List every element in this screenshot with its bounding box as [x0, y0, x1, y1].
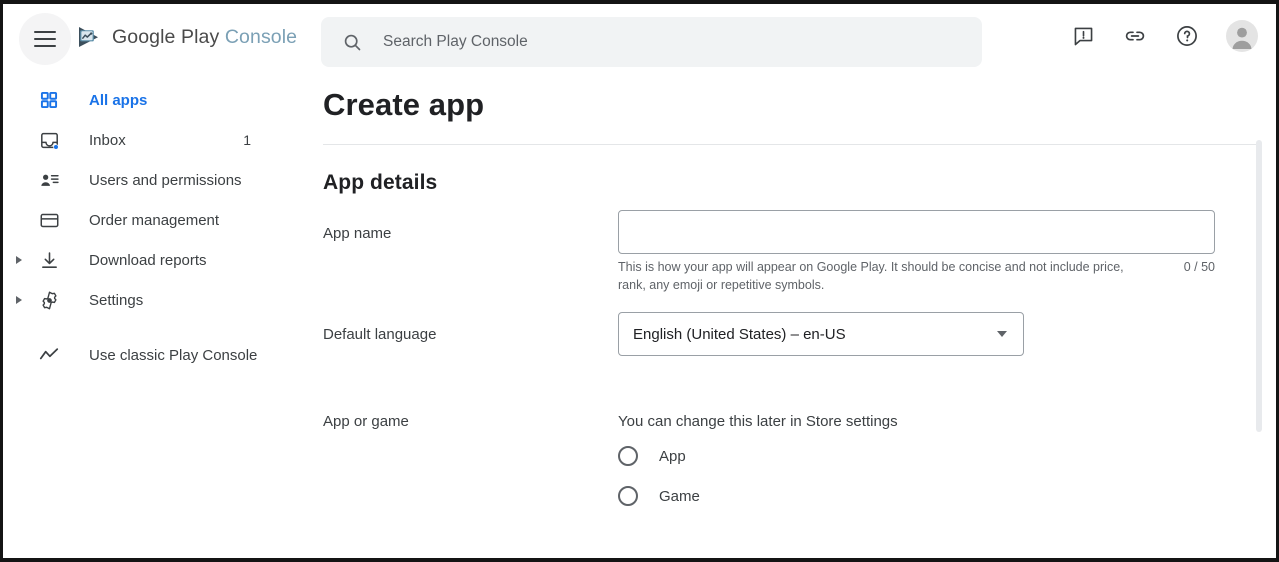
app-name-input[interactable]	[618, 210, 1215, 254]
sidebar-item-label: Use classic Play Console	[89, 346, 258, 364]
search-placeholder: Search Play Console	[383, 33, 528, 50]
hamburger-bar	[34, 30, 56, 33]
feedback-icon	[1074, 27, 1092, 45]
browser-frame: Google Play Console Search Play Console	[0, 0, 1279, 562]
sidebar-item-label: Settings	[89, 291, 144, 309]
sidebar-item-inbox[interactable]: Inbox 1	[3, 120, 321, 160]
gear-icon	[37, 288, 61, 312]
brand-logo-link[interactable]: Google Play Console	[77, 24, 297, 50]
search-input[interactable]: Search Play Console	[321, 17, 982, 67]
radio-option-label: App	[659, 447, 686, 465]
top-bar-actions	[1070, 4, 1258, 68]
sidebar-item-label: All apps	[89, 91, 148, 109]
top-app-bar: Google Play Console Search Play Console	[3, 4, 1276, 68]
inbox-icon	[37, 128, 61, 152]
app-name-helper-row: This is how your app will appear on Goog…	[618, 259, 1215, 295]
account-avatar-icon	[1232, 27, 1252, 49]
sidebar-item-label: Order management	[89, 211, 220, 229]
help-button[interactable]	[1174, 23, 1200, 49]
sidebar-item-download-reports[interactable]: Download reports	[3, 240, 321, 280]
radio-option-game[interactable]: Game	[618, 486, 700, 506]
sidebar-nav: All apps Inbox 1 Users and permissions O…	[3, 68, 321, 558]
play-console-page: Google Play Console Search Play Console	[3, 4, 1276, 558]
sidebar-item-all-apps[interactable]: All apps	[3, 80, 321, 120]
link-icon	[1125, 31, 1145, 41]
sidebar-item-label: Download reports	[89, 251, 207, 269]
brand-text-secondary: Console	[224, 25, 298, 48]
grid-apps-icon	[37, 88, 61, 112]
brand-wordmark: Google Play Console	[112, 26, 297, 49]
sidebar-item-use-classic-play-console[interactable]: Use classic Play Console	[3, 335, 321, 375]
radio-button-icon[interactable]	[618, 446, 638, 466]
radio-button-icon[interactable]	[618, 486, 638, 506]
chevron-right-icon[interactable]	[16, 256, 22, 264]
sidebar-item-order-management[interactable]: Order management	[3, 200, 321, 240]
download-icon	[37, 248, 61, 272]
sidebar-item-label: Inbox	[89, 131, 126, 149]
users-permissions-icon	[37, 168, 61, 192]
default-language-label: Default language	[323, 326, 437, 343]
main-content: Create app App details App name This is …	[321, 68, 1276, 558]
feedback-button[interactable]	[1070, 23, 1096, 49]
app-or-game-hint: You can change this later in Store setti…	[618, 413, 898, 430]
default-language-selected-value: English (United States) – en-US	[633, 325, 846, 343]
section-title-app-details: App details	[323, 171, 438, 194]
help-icon	[1177, 26, 1197, 46]
avatar[interactable]	[1226, 20, 1258, 52]
radio-option-app[interactable]: App	[618, 446, 686, 466]
app-name-label: App name	[323, 225, 392, 242]
chevron-right-icon[interactable]	[16, 296, 22, 304]
page-scrollbar-thumb[interactable]	[1256, 140, 1262, 432]
google-play-console-logo	[79, 27, 98, 47]
hamburger-bar	[34, 38, 56, 40]
link-button[interactable]	[1122, 23, 1148, 49]
app-or-game-label: App or game	[323, 413, 409, 430]
brand-text-primary: Google Play	[112, 25, 220, 48]
default-language-select[interactable]: English (United States) – en-US	[618, 312, 1024, 356]
sidebar-item-users-and-permissions[interactable]: Users and permissions	[3, 160, 321, 200]
search-icon	[344, 34, 361, 50]
app-name-helper-text: This is how your app will appear on Goog…	[618, 260, 1124, 292]
sidebar-item-label: Users and permissions	[89, 171, 242, 189]
radio-option-label: Game	[659, 487, 700, 505]
hamburger-menu-button[interactable]	[19, 13, 71, 65]
hamburger-icon	[34, 28, 56, 50]
hamburger-bar	[34, 45, 56, 48]
title-divider	[323, 144, 1259, 145]
page-scrollbar-track[interactable]	[1256, 68, 1272, 558]
page-title: Create app	[323, 87, 485, 122]
inbox-badge-count: 1	[243, 132, 251, 148]
chevron-down-icon	[997, 331, 1007, 337]
order-management-icon	[37, 208, 61, 232]
trending-line-icon	[37, 343, 61, 367]
sidebar-item-settings[interactable]: Settings	[3, 280, 321, 320]
app-name-character-counter: 0 / 50	[1183, 260, 1215, 274]
